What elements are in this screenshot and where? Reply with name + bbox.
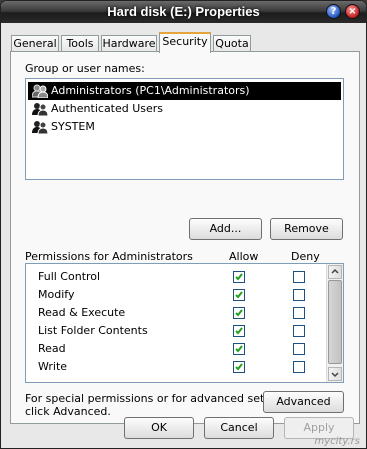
checkmark-icon xyxy=(235,309,243,317)
deny-checkbox[interactable] xyxy=(293,325,305,337)
deny-checkbox[interactable] xyxy=(293,307,305,319)
window-title: Hard disk (E:) Properties xyxy=(107,4,260,19)
permission-row: List Folder Contents xyxy=(26,322,324,340)
cancel-button[interactable]: Cancel xyxy=(204,417,274,439)
scroll-up-arrow[interactable] xyxy=(328,265,342,279)
watermark: mycity.rs xyxy=(314,436,361,447)
advanced-button[interactable]: Advanced xyxy=(263,391,344,413)
user-name: Authenticated Users xyxy=(51,102,164,115)
permission-row: Read & Execute xyxy=(26,304,324,322)
user-name: SYSTEM xyxy=(51,120,95,133)
help-button[interactable]: ? xyxy=(326,4,341,19)
checkmark-icon xyxy=(235,291,243,299)
tab-tools[interactable]: Tools xyxy=(61,35,99,52)
advanced-info-line-1: For special permissions or for advanced … xyxy=(25,392,295,405)
vertical-scrollbar[interactable] xyxy=(326,264,343,382)
permissions-list[interactable]: Full Control Modify Read & Execute List Fol… xyxy=(25,263,344,383)
title-bar[interactable]: Hard disk (E:) Properties ? × xyxy=(1,1,366,23)
ok-button[interactable]: OK xyxy=(124,417,194,439)
advanced-info-line-2: click Advanced. xyxy=(25,405,111,418)
list-item[interactable]: Administrators (PC1\Administrators) xyxy=(28,82,341,100)
permission-name: Full Control xyxy=(38,270,101,283)
allow-checkbox[interactable] xyxy=(233,307,245,319)
allow-header: Allow xyxy=(229,250,259,263)
permission-name: Read xyxy=(38,342,66,355)
permission-name: Read & Execute xyxy=(38,306,126,319)
allow-checkbox[interactable] xyxy=(233,343,245,355)
permission-name: Modify xyxy=(38,288,75,301)
permission-row: Full Control xyxy=(26,268,324,286)
user-list[interactable]: Administrators (PC1\Administrators) Auth… xyxy=(25,78,344,180)
user-name: Administrators (PC1\Administrators) xyxy=(51,84,250,97)
permission-row: Modify xyxy=(26,286,324,304)
allow-checkbox[interactable] xyxy=(233,325,245,337)
list-item[interactable]: SYSTEM xyxy=(28,118,341,136)
checkmark-icon xyxy=(235,345,243,353)
allow-checkbox[interactable] xyxy=(233,289,245,301)
permission-row: Write xyxy=(26,358,324,376)
deny-checkbox[interactable] xyxy=(293,271,305,283)
users-group-icon xyxy=(32,84,48,98)
permission-name: List Folder Contents xyxy=(38,324,148,337)
properties-window: Hard disk (E:) Properties ? × General To… xyxy=(0,0,367,449)
allow-checkbox[interactable] xyxy=(233,361,245,373)
group-label: Group or user names: xyxy=(25,62,145,75)
close-button[interactable]: × xyxy=(345,4,360,19)
checkmark-icon xyxy=(235,273,243,281)
allow-checkbox[interactable] xyxy=(233,271,245,283)
permission-row: Read xyxy=(26,340,324,358)
permission-name: Write xyxy=(38,360,68,373)
users-group-icon xyxy=(32,103,48,116)
scroll-thumb[interactable] xyxy=(328,280,342,364)
checkmark-icon xyxy=(235,363,243,371)
add-button[interactable]: Add... xyxy=(189,218,262,240)
deny-header: Deny xyxy=(291,250,320,263)
users-group-icon xyxy=(32,121,48,134)
list-item[interactable]: Authenticated Users xyxy=(28,100,341,118)
tab-general[interactable]: General xyxy=(11,35,59,52)
tab-hardware[interactable]: Hardware xyxy=(101,35,157,52)
remove-button[interactable]: Remove xyxy=(270,218,343,240)
security-panel: Group or user names: Administrators (PC1… xyxy=(10,51,360,424)
permissions-label: Permissions for Administrators xyxy=(25,250,193,263)
dialog-client: General Tools Hardware Security Quota Gr… xyxy=(1,23,366,448)
tab-security[interactable]: Security xyxy=(159,32,211,53)
deny-checkbox[interactable] xyxy=(293,361,305,373)
tab-quota[interactable]: Quota xyxy=(213,35,251,52)
deny-checkbox[interactable] xyxy=(293,289,305,301)
deny-checkbox[interactable] xyxy=(293,343,305,355)
scroll-down-arrow[interactable] xyxy=(328,367,342,381)
checkmark-icon xyxy=(235,327,243,335)
